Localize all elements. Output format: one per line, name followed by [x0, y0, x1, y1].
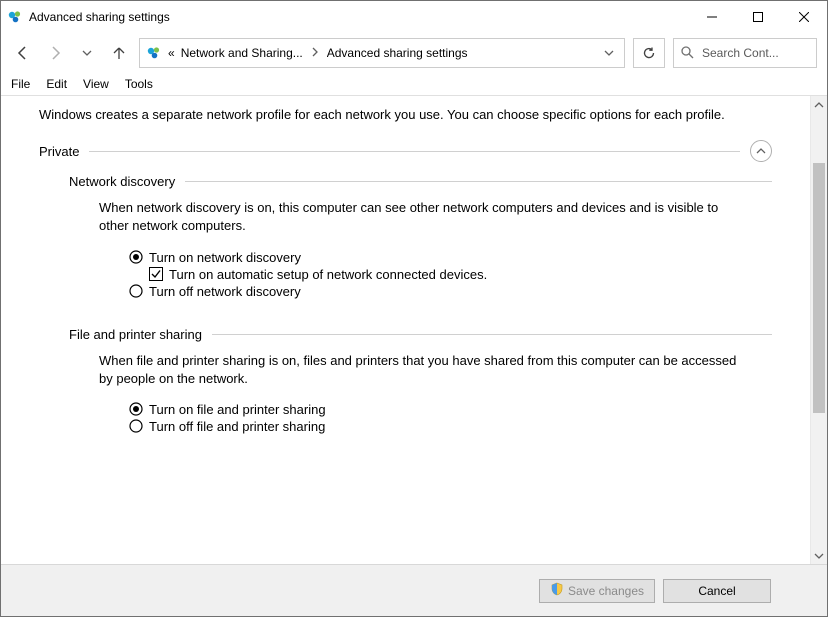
file-printer-heading: File and printer sharing — [69, 327, 202, 342]
checkbox-icon — [149, 267, 163, 281]
scroll-up-button[interactable] — [811, 96, 828, 113]
network-discovery-options: Turn on network discovery Turn on automa… — [129, 250, 772, 299]
divider — [212, 334, 772, 335]
chevron-right-icon[interactable] — [309, 46, 321, 60]
breadcrumb-segment-1[interactable]: Advanced sharing settings — [327, 46, 468, 60]
breadcrumb-segment-0[interactable]: Network and Sharing... — [181, 46, 303, 60]
radio-icon — [129, 250, 143, 264]
breadcrumb-prefix: « — [168, 46, 175, 60]
save-button-label: Save changes — [568, 584, 644, 598]
radio-fps-off[interactable]: Turn off file and printer sharing — [129, 419, 772, 434]
cancel-button-label: Cancel — [698, 584, 735, 598]
content-wrap: Windows creates a separate network profi… — [1, 95, 827, 564]
footer: Save changes Cancel — [1, 564, 827, 616]
forward-button[interactable] — [43, 41, 67, 65]
radio-label: Turn on file and printer sharing — [149, 402, 326, 417]
maximize-button[interactable] — [735, 1, 781, 33]
control-panel-icon — [7, 9, 23, 25]
close-button[interactable] — [781, 1, 827, 33]
titlebar-left: Advanced sharing settings — [7, 9, 170, 25]
divider — [185, 181, 772, 182]
up-button[interactable] — [107, 41, 131, 65]
window: Advanced sharing settings — [0, 0, 828, 617]
titlebar: Advanced sharing settings — [1, 1, 827, 33]
control-panel-icon — [146, 45, 162, 61]
file-printer-desc: When file and printer sharing is on, fil… — [99, 352, 742, 388]
recent-locations-dropdown[interactable] — [75, 41, 99, 65]
network-discovery-desc: When network discovery is on, this compu… — [99, 199, 742, 235]
checkbox-label: Turn on automatic setup of network conne… — [169, 267, 487, 282]
content: Windows creates a separate network profi… — [1, 96, 810, 564]
radio-fps-on[interactable]: Turn on file and printer sharing — [129, 402, 772, 417]
menu-edit[interactable]: Edit — [46, 77, 67, 91]
checkbox-auto-setup[interactable]: Turn on automatic setup of network conne… — [149, 267, 772, 282]
address-dropdown[interactable] — [600, 48, 618, 58]
radio-icon — [129, 419, 143, 433]
menu-bar: File Edit View Tools — [1, 73, 827, 95]
search-icon — [680, 45, 694, 62]
radio-netdisc-on[interactable]: Turn on network discovery — [129, 250, 772, 265]
collapse-private-button[interactable] — [750, 140, 772, 162]
radio-icon — [129, 284, 143, 298]
radio-label: Turn off file and printer sharing — [149, 419, 325, 434]
radio-label: Turn off network discovery — [149, 284, 301, 299]
file-printer-options: Turn on file and printer sharing Turn of… — [129, 402, 772, 434]
minimize-button[interactable] — [689, 1, 735, 33]
divider — [89, 151, 740, 152]
menu-file[interactable]: File — [11, 77, 30, 91]
window-title: Advanced sharing settings — [29, 10, 170, 24]
scroll-thumb[interactable] — [813, 163, 825, 413]
back-button[interactable] — [11, 41, 35, 65]
radio-icon — [129, 402, 143, 416]
section-private-title: Private — [39, 144, 79, 159]
search-input[interactable] — [700, 45, 810, 61]
address-box[interactable]: « Network and Sharing... Advanced sharin… — [139, 38, 625, 68]
scroll-track[interactable] — [811, 113, 827, 547]
scroll-down-button[interactable] — [811, 547, 828, 564]
page-intro: Windows creates a separate network profi… — [39, 106, 772, 124]
refresh-button[interactable] — [633, 38, 665, 68]
window-controls — [689, 1, 827, 33]
shield-icon — [550, 582, 564, 599]
cancel-button[interactable]: Cancel — [663, 579, 771, 603]
address-bar: « Network and Sharing... Advanced sharin… — [1, 33, 827, 73]
subsection-network-discovery: Network discovery — [69, 174, 772, 189]
menu-view[interactable]: View — [83, 77, 109, 91]
section-private-header: Private — [39, 140, 772, 162]
vertical-scrollbar[interactable] — [810, 96, 827, 564]
search-box[interactable] — [673, 38, 817, 68]
save-changes-button[interactable]: Save changes — [539, 579, 655, 603]
radio-netdisc-off[interactable]: Turn off network discovery — [129, 284, 772, 299]
subsection-file-printer-sharing: File and printer sharing — [69, 327, 772, 342]
menu-tools[interactable]: Tools — [125, 77, 153, 91]
network-discovery-heading: Network discovery — [69, 174, 175, 189]
radio-label: Turn on network discovery — [149, 250, 301, 265]
